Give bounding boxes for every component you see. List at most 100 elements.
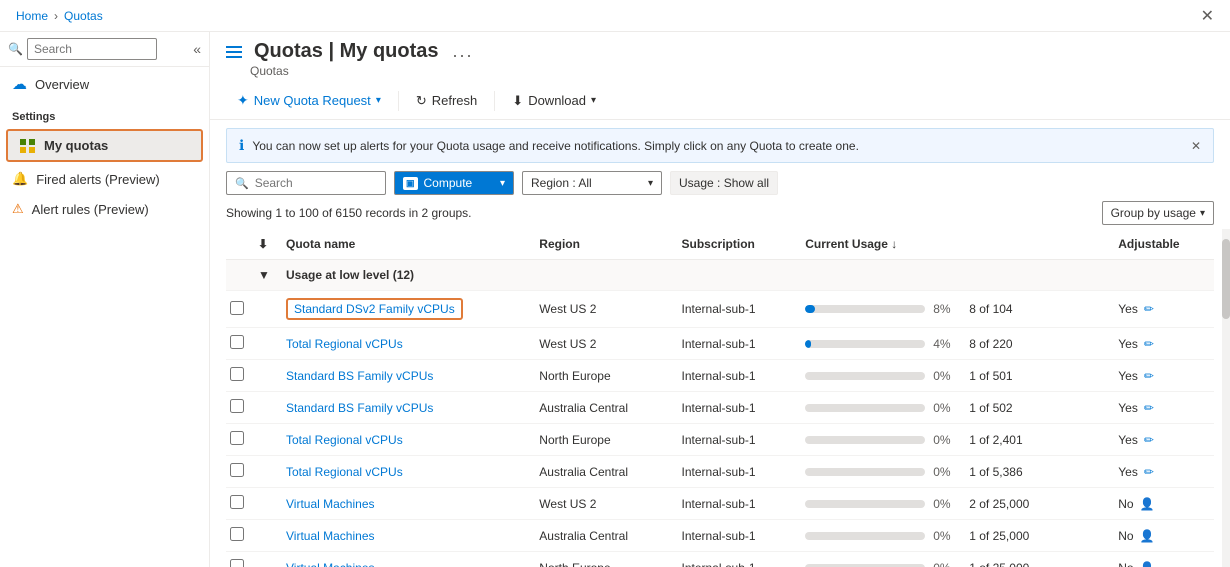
table-row: Standard BS Family vCPUs Australia Centr… — [226, 392, 1214, 424]
quota-link[interactable]: Total Regional vCPUs — [286, 465, 403, 479]
row-checkbox-cell[interactable] — [226, 456, 254, 488]
quota-name-cell: Virtual Machines — [274, 520, 527, 552]
edit-icon[interactable]: ✏ — [1144, 337, 1154, 351]
col-adjustable-header: Adjustable — [1106, 229, 1214, 260]
quota-link[interactable]: Standard BS Family vCPUs — [286, 401, 433, 415]
group-by-dropdown[interactable]: Group by usage ▾ — [1102, 201, 1214, 225]
region-dropdown[interactable]: Region : All ▾ — [522, 171, 662, 195]
close-button[interactable]: ✕ — [1201, 6, 1214, 26]
adjustable-value: No — [1118, 529, 1133, 543]
usage-bar-bg — [805, 468, 925, 476]
table-row: Virtual Machines Australia Central Inter… — [226, 520, 1214, 552]
refresh-button[interactable]: ↻ Refresh — [405, 87, 488, 115]
col-sort-icon[interactable]: ⬇ — [254, 229, 274, 260]
edit-icon[interactable]: ✏ — [1144, 369, 1154, 383]
row-checkbox[interactable] — [230, 399, 244, 413]
quota-link[interactable]: Standard BS Family vCPUs — [286, 369, 433, 383]
table-row: Total Regional vCPUs North Europe Intern… — [226, 424, 1214, 456]
usage-pct: 4% — [933, 337, 961, 351]
table-row: Virtual Machines North Europe Internal-s… — [226, 552, 1214, 567]
col-region-header: Region — [527, 229, 669, 260]
row-checkbox[interactable] — [230, 495, 244, 509]
sidebar-item-alert-rules[interactable]: ⚠ Alert rules (Preview) — [0, 194, 209, 224]
region-chevron-icon: ▾ — [648, 178, 653, 189]
more-options-button[interactable]: ... — [453, 41, 474, 62]
alert-icon: ⚠ — [12, 201, 24, 217]
region-cell: Australia Central — [527, 520, 669, 552]
edit-icon[interactable]: ✏ — [1144, 465, 1154, 479]
usage-pct: 0% — [933, 497, 961, 511]
quota-name-cell: Total Regional vCPUs — [274, 424, 527, 456]
row-checkbox-cell[interactable] — [226, 291, 254, 328]
row-checkbox[interactable] — [230, 431, 244, 445]
filter-search-box[interactable]: 🔍 — [226, 171, 386, 195]
usage-count: 1 of 5,386 — [969, 465, 1022, 479]
row-checkbox[interactable] — [230, 301, 244, 315]
cloud-icon: ☁ — [12, 75, 27, 93]
toolbar-separator-1 — [398, 91, 399, 111]
info-icon: ℹ — [239, 137, 244, 154]
breadcrumb-home[interactable]: Home — [16, 9, 48, 23]
row-checkbox[interactable] — [230, 463, 244, 477]
download-button[interactable]: ⬇ Download ▾ — [501, 87, 607, 115]
sidebar-item-overview[interactable]: ☁ Overview — [0, 67, 209, 101]
user-icon[interactable]: 👤 — [1140, 497, 1155, 511]
user-icon[interactable]: 👤 — [1140, 529, 1155, 543]
row-checkbox-cell[interactable] — [226, 424, 254, 456]
new-quota-button[interactable]: ✦ New Quota Request ▾ — [226, 86, 392, 115]
quota-link[interactable]: Virtual Machines — [286, 529, 375, 543]
row-checkbox[interactable] — [230, 527, 244, 541]
row-checkbox[interactable] — [230, 367, 244, 381]
usage-cell: 0% 1 of 2,401 — [793, 424, 1106, 456]
breadcrumb-sep: › — [54, 9, 58, 23]
edit-icon[interactable]: ✏ — [1144, 433, 1154, 447]
page-title: Quotas | My quotas — [254, 40, 439, 63]
refresh-icon: ↻ — [416, 93, 427, 109]
usage-bar-bg — [805, 564, 925, 567]
filter-search-input[interactable] — [255, 176, 377, 190]
compute-icon: ▣ — [403, 177, 418, 190]
sidebar-search-input[interactable] — [27, 38, 157, 60]
quota-name-cell: Virtual Machines — [274, 488, 527, 520]
row-checkbox-cell[interactable] — [226, 488, 254, 520]
group-chevron[interactable]: ▼ — [254, 260, 274, 291]
adjustable-cell: No👤 — [1106, 552, 1214, 567]
quota-name-cell: Virtual Machines — [274, 552, 527, 567]
row-checkbox-cell[interactable] — [226, 552, 254, 567]
row-checkbox-cell[interactable] — [226, 520, 254, 552]
user-icon[interactable]: 👤 — [1140, 561, 1155, 567]
edit-icon[interactable]: ✏ — [1144, 401, 1154, 415]
content-area: Quotas | My quotas ... Quotas ✦ New Quot… — [210, 32, 1230, 567]
quota-link[interactable]: Virtual Machines — [286, 561, 375, 567]
sidebar-alert-rules-label: Alert rules (Preview) — [32, 202, 149, 217]
sidebar-collapse-icon[interactable]: « — [193, 41, 201, 57]
quota-name-cell: Total Regional vCPUs — [274, 456, 527, 488]
row-checkbox[interactable] — [230, 559, 244, 567]
row-checkbox-cell[interactable] — [226, 392, 254, 424]
adjustable-cell: No👤 — [1106, 488, 1214, 520]
col-usage-header[interactable]: Current Usage ↓ — [793, 229, 1106, 260]
row-checkbox-cell[interactable] — [226, 360, 254, 392]
edit-icon[interactable]: ✏ — [1144, 302, 1154, 316]
usage-pct: 0% — [933, 401, 961, 415]
sidebar-item-my-quotas[interactable]: My quotas — [6, 129, 203, 162]
quota-link[interactable]: Standard DSv2 Family vCPUs — [294, 302, 455, 316]
sidebar-item-fired-alerts[interactable]: 🔔 Fired alerts (Preview) — [0, 164, 209, 194]
usage-cell: 0% 2 of 25,000 — [793, 488, 1106, 520]
quota-link[interactable]: Total Regional vCPUs — [286, 433, 403, 447]
adjustable-value: Yes — [1118, 302, 1138, 316]
compute-dropdown[interactable]: ▣ Compute ▾ — [394, 171, 514, 195]
adjustable-cell: Yes✏ — [1106, 360, 1214, 392]
quota-link[interactable]: Virtual Machines — [286, 497, 375, 511]
breadcrumb-quotas[interactable]: Quotas — [64, 9, 103, 23]
row-checkbox-cell[interactable] — [226, 328, 254, 360]
group-by-label: Group by usage — [1111, 206, 1196, 220]
col-quota-header[interactable]: Quota name — [274, 229, 527, 260]
adjustable-value: Yes — [1118, 433, 1138, 447]
notification-close-button[interactable]: ✕ — [1191, 139, 1201, 153]
row-checkbox[interactable] — [230, 335, 244, 349]
usage-count: 8 of 104 — [969, 302, 1012, 316]
usage-cell: 0% 1 of 5,386 — [793, 456, 1106, 488]
quota-link[interactable]: Total Regional vCPUs — [286, 337, 403, 351]
usage-tag[interactable]: Usage : Show all — [670, 171, 778, 195]
